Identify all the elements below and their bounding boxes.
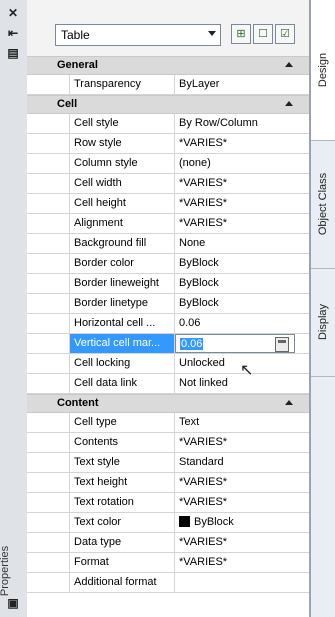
property-row[interactable]: Cell data link Not linked <box>27 374 309 394</box>
property-grid: General Transparency ByLayer Cell Cell st… <box>27 56 309 593</box>
property-row[interactable]: Background fill None <box>27 234 309 254</box>
property-row[interactable]: Cell style By Row/Column <box>27 114 309 134</box>
property-row[interactable]: Row style *VARIES* <box>27 134 309 154</box>
right-tabs: Design Object Class Display <box>310 0 335 617</box>
vertical-margin-input[interactable]: 0.06 <box>175 334 295 353</box>
chevron-down-icon <box>208 31 216 36</box>
calculator-icon[interactable] <box>275 337 289 352</box>
property-row[interactable]: Additional format <box>27 573 309 593</box>
property-row[interactable]: Cell type Text <box>27 413 309 433</box>
properties-icon[interactable]: ▤ <box>6 46 20 60</box>
color-swatch <box>179 516 190 527</box>
property-row[interactable]: Data type *VARIES* <box>27 533 309 553</box>
property-row[interactable]: Transparency ByLayer <box>27 75 309 95</box>
left-strip: ✕ ⇤ ▤ Properties ▣ <box>0 0 28 617</box>
tab-object-class[interactable]: Object Class <box>311 140 335 269</box>
section-general[interactable]: General <box>27 56 309 75</box>
quick-select-icon[interactable]: ⊞ <box>231 24 251 44</box>
select-objects-icon[interactable]: ☐ <box>253 24 273 44</box>
collapse-icon[interactable] <box>285 400 293 405</box>
properties-panel: Table ⊞ ☐ ☑ General Transparency ByLayer … <box>27 0 310 617</box>
property-row[interactable]: Alignment *VARIES* <box>27 214 309 234</box>
property-row[interactable]: Text style Standard <box>27 453 309 473</box>
mouse-cursor-icon: ↖ <box>240 362 254 379</box>
collapse-icon[interactable] <box>285 101 293 106</box>
autohide-icon[interactable]: ⇤ <box>6 26 20 40</box>
property-row[interactable]: Cell locking Unlocked <box>27 354 309 374</box>
property-row[interactable]: Cell width *VARIES* <box>27 174 309 194</box>
object-type-dropdown[interactable]: Table <box>55 24 221 46</box>
property-row-selected[interactable]: Vertical cell mar... 0.06 <box>27 334 309 354</box>
toolbar: Table ⊞ ☐ ☑ <box>27 0 309 57</box>
property-row[interactable]: Cell height *VARIES* <box>27 194 309 214</box>
section-cell[interactable]: Cell <box>27 95 309 114</box>
collapse-icon[interactable] <box>285 62 293 67</box>
toggle-pickadd-icon[interactable]: ☑ <box>275 24 295 44</box>
property-row[interactable]: Text rotation *VARIES* <box>27 493 309 513</box>
tab-display[interactable]: Display <box>311 268 335 377</box>
property-row[interactable]: Border lineweight ByBlock <box>27 274 309 294</box>
property-row[interactable]: Column style (none) <box>27 154 309 174</box>
property-row[interactable]: Text height *VARIES* <box>27 473 309 493</box>
property-row[interactable]: Format *VARIES* <box>27 553 309 573</box>
tab-design[interactable]: Design <box>311 0 335 141</box>
property-row[interactable]: Border linetype ByBlock <box>27 294 309 314</box>
property-row[interactable]: Text color ByBlock <box>27 513 309 533</box>
panel-icon[interactable]: ▣ <box>6 596 20 610</box>
property-row[interactable]: Horizontal cell ... 0.06 <box>27 314 309 334</box>
close-icon[interactable]: ✕ <box>6 6 20 20</box>
property-row[interactable]: Contents *VARIES* <box>27 433 309 453</box>
property-row[interactable]: Border color ByBlock <box>27 254 309 274</box>
section-content[interactable]: Content <box>27 394 309 413</box>
